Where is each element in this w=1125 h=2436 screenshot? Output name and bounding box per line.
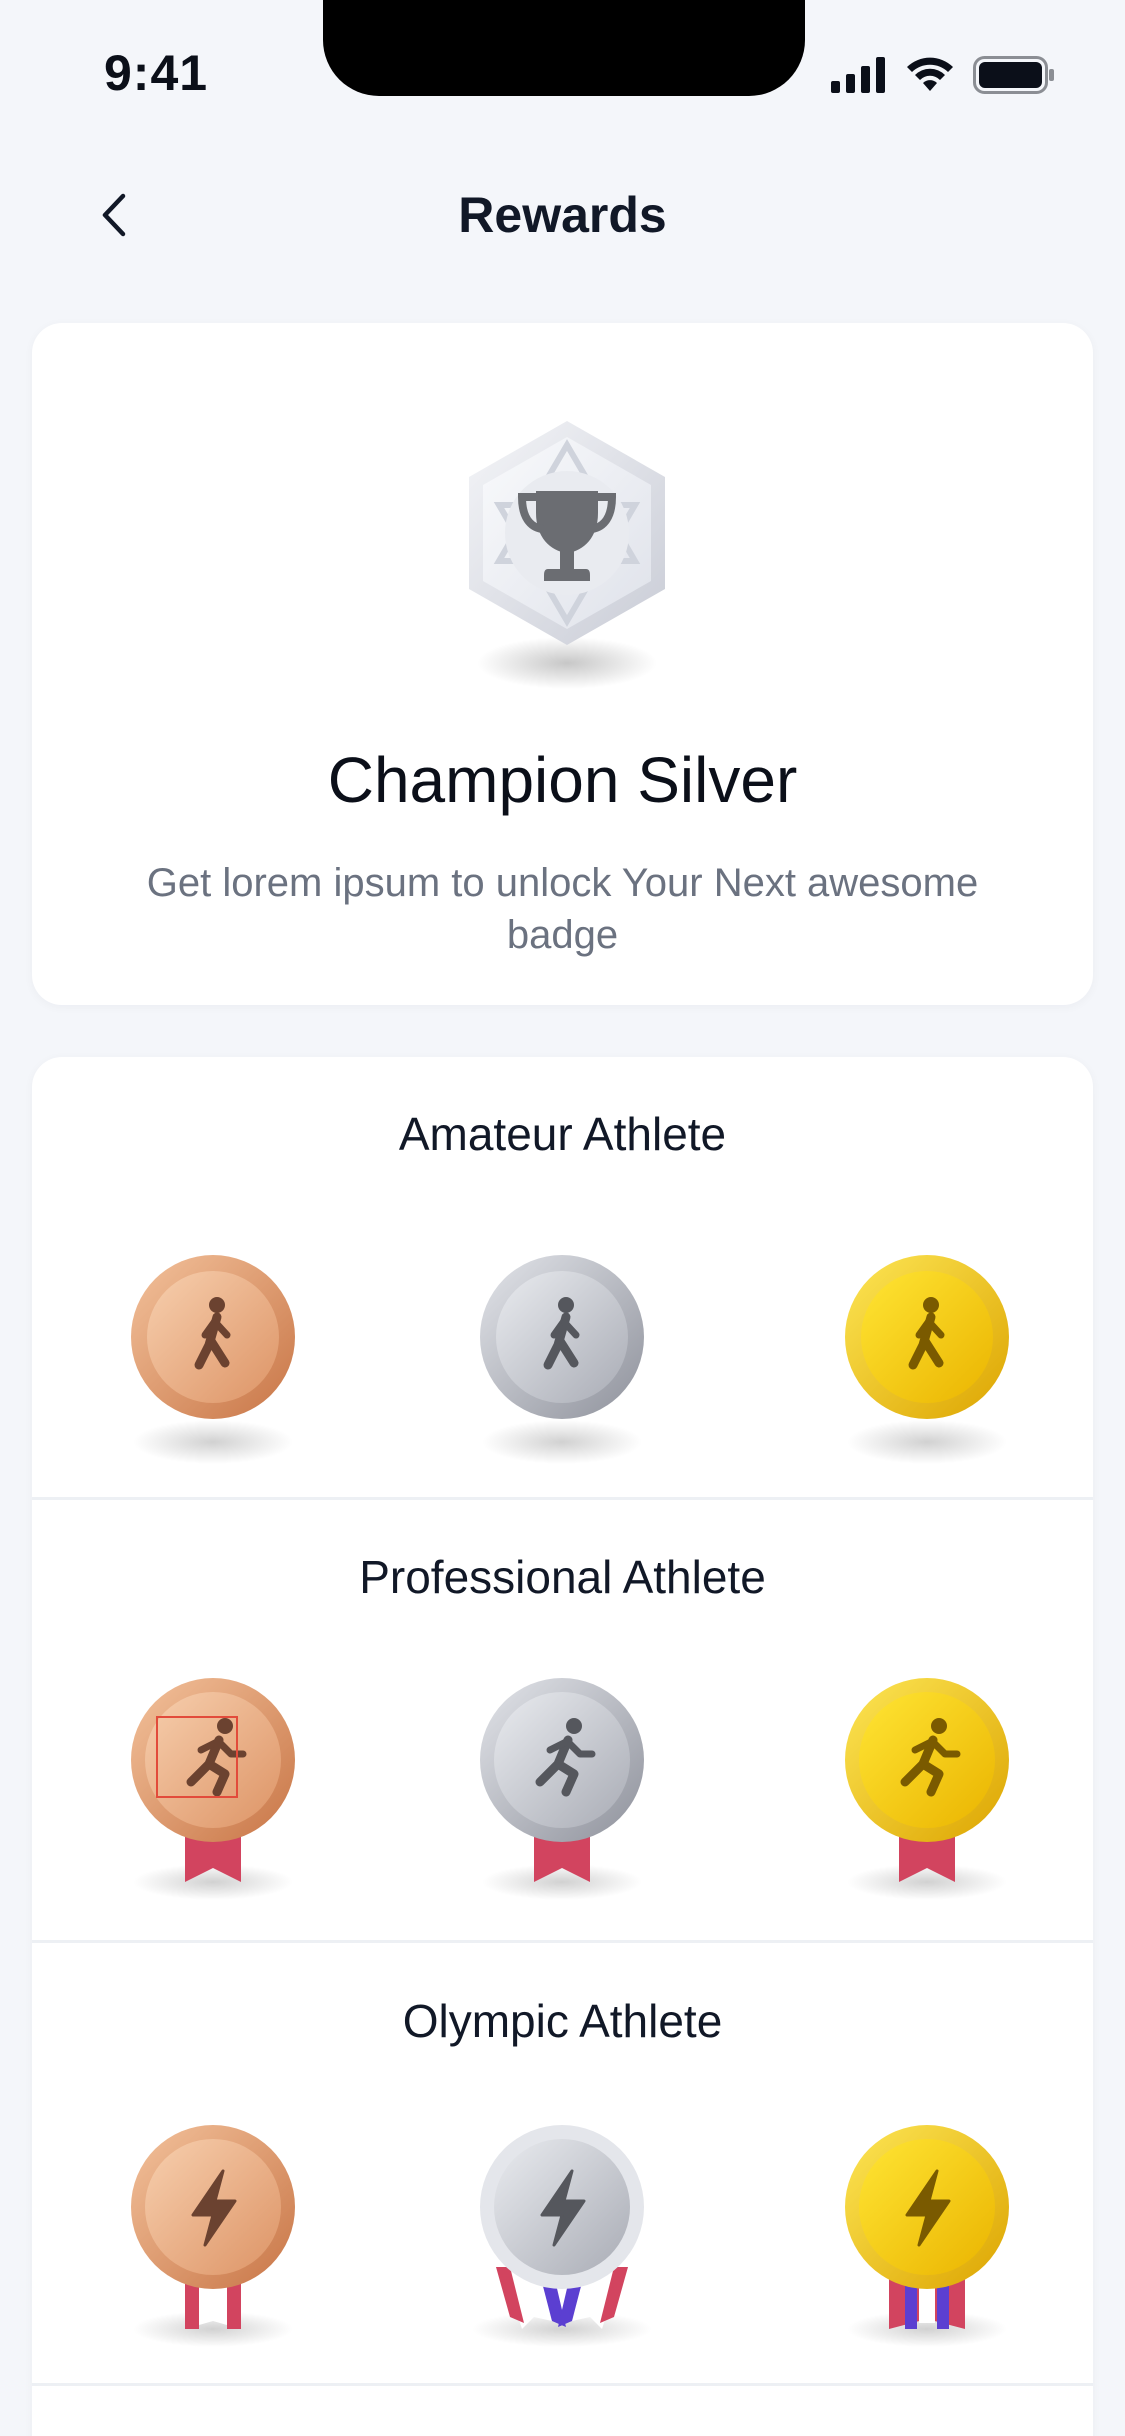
page-title: Rewards: [458, 187, 667, 243]
badge-subtitle: Get lorem ipsum to unlock Your Next awes…: [146, 861, 979, 957]
medal-professional-bronze[interactable]: [113, 1670, 313, 1910]
champion-silver-badge: [452, 413, 682, 703]
level-title-professional: Professional Athlete: [359, 1551, 766, 1603]
status-bar: 9:41: [0, 0, 1125, 140]
level-title-amateur: Amateur Athlete: [398, 1108, 727, 1160]
device-notch: [323, 0, 805, 96]
level-title-olympic: Olympic Athlete: [402, 1995, 723, 2047]
medal-olympic-gold[interactable]: [827, 2117, 1027, 2357]
badge-title: Champion Silver: [327, 744, 798, 816]
current-badge-card: Champion Silver Get lorem ipsum to unloc…: [32, 323, 1093, 1005]
medal-amateur-gold[interactable]: [827, 1237, 1027, 1477]
section-divider: [32, 2383, 1093, 2386]
medal-olympic-silver[interactable]: [462, 2117, 662, 2357]
medal-professional-silver[interactable]: [462, 1670, 662, 1910]
medal-amateur-bronze[interactable]: [113, 1237, 313, 1477]
medal-amateur-silver[interactable]: [462, 1237, 662, 1477]
badge-levels-card: Amateur Athlete Professional Athlete Oly…: [32, 1057, 1093, 2436]
cellular-signal-icon: [831, 57, 885, 93]
nav-bar: Rewards: [0, 160, 1125, 270]
status-time: 9:41: [104, 45, 209, 101]
battery-icon: [973, 56, 1054, 94]
status-icons: [831, 56, 1055, 94]
section-divider: [32, 1940, 1093, 1943]
wifi-icon: [907, 57, 953, 91]
hexagon-badge-icon: [469, 421, 665, 689]
medal-professional-gold[interactable]: [827, 1670, 1027, 1910]
medal-olympic-bronze[interactable]: [113, 2117, 313, 2357]
section-divider: [32, 1497, 1093, 1500]
